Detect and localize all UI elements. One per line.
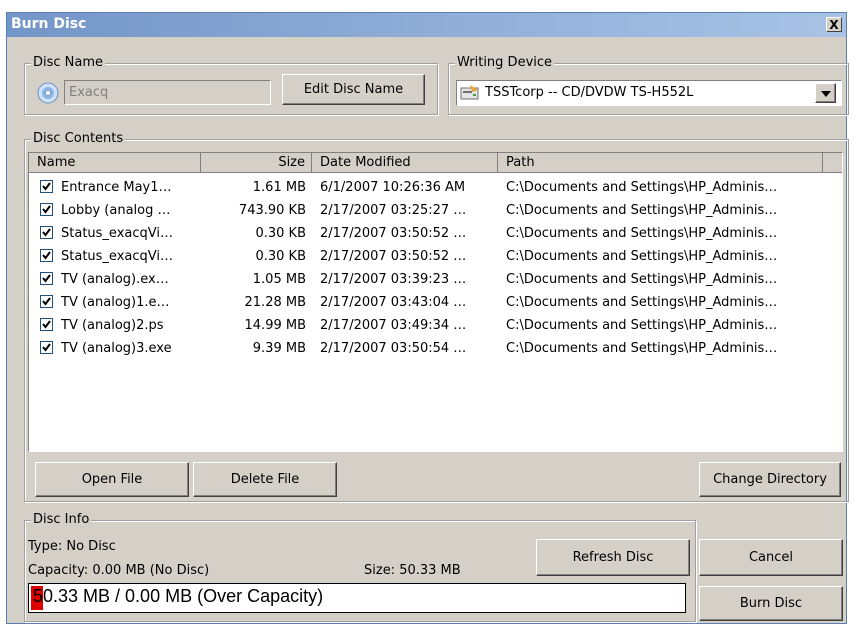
edit-disc-name-button[interactable]: Edit Disc Name xyxy=(282,74,425,105)
cell-name: TV (analog)2.ps xyxy=(61,318,164,333)
row-checkbox[interactable] xyxy=(40,226,53,239)
cell-date: 2/17/2007 03:43:04 … xyxy=(320,295,467,310)
cell-size: 21.28 MB xyxy=(244,295,306,310)
cell-name: TV (analog)1.e… xyxy=(61,295,170,310)
open-file-button[interactable]: Open File xyxy=(35,462,189,497)
disc-icon xyxy=(37,82,59,104)
cell-path: C:\Documents and Settings\HP_Adminis… xyxy=(506,318,778,333)
table-row[interactable]: TV (analog).ex… 1.05 MB 2/17/2007 03:39:23… xyxy=(29,269,842,291)
column-header-filler xyxy=(823,153,842,173)
title-bar[interactable]: Burn Disc X xyxy=(7,13,846,37)
capacity-progress-bar: 50.33 MB / 0.00 MB (Over Capacity) xyxy=(28,583,686,613)
table-row[interactable]: TV (analog)2.ps 14.99 MB 2/17/2007 03:49:3… xyxy=(29,315,842,337)
close-button[interactable]: X xyxy=(826,17,842,32)
cell-size: 743.90 KB xyxy=(238,203,306,218)
disc-contents-legend: Disc Contents xyxy=(31,131,126,146)
row-checkbox[interactable] xyxy=(40,295,53,308)
dropdown-arrow-button[interactable] xyxy=(815,83,836,103)
cell-date: 2/17/2007 03:49:34 … xyxy=(320,318,467,333)
row-checkbox[interactable] xyxy=(40,272,53,285)
cell-date: 2/17/2007 03:39:23 … xyxy=(320,272,467,287)
cell-size: 1.61 MB xyxy=(252,180,306,195)
row-checkbox[interactable] xyxy=(40,341,53,354)
chevron-down-icon xyxy=(820,86,831,101)
table-row[interactable]: Status_exacqVi… 0.30 KB 2/17/2007 03:50:52… xyxy=(29,246,842,268)
cell-name: Lobby (analog … xyxy=(61,203,171,218)
cell-name: Status_exacqVi… xyxy=(61,226,173,241)
writing-device-value: TSSTcorp -- CD/DVDW TS-H552L xyxy=(485,85,694,100)
column-header-size[interactable]: Size xyxy=(201,153,312,173)
disc-name-field[interactable]: Exacq xyxy=(64,80,271,105)
row-checkbox[interactable] xyxy=(40,203,53,216)
cell-path: C:\Documents and Settings\HP_Adminis… xyxy=(506,272,778,287)
cell-date: 6/1/2007 10:26:36 AM xyxy=(320,180,466,195)
list-header: Name Size Date Modified Path xyxy=(29,153,842,173)
disc-contents-list[interactable]: Name Size Date Modified Path Entrance Ma… xyxy=(28,152,843,452)
cell-name: TV (analog)3.exe xyxy=(61,341,172,356)
cell-size: 9.39 MB xyxy=(252,341,306,356)
window-title: Burn Disc xyxy=(11,16,87,32)
cell-path: C:\Documents and Settings\HP_Adminis… xyxy=(506,249,778,264)
delete-file-button[interactable]: Delete File xyxy=(193,462,337,497)
cell-name: Entrance May1… xyxy=(61,180,172,195)
cell-size: 0.30 KB xyxy=(255,226,306,241)
cell-size: 0.30 KB xyxy=(255,249,306,264)
column-header-path[interactable]: Path xyxy=(498,153,823,173)
cell-size: 1.05 MB xyxy=(252,272,306,287)
cell-date: 2/17/2007 03:50:54 … xyxy=(320,341,467,356)
drive-icon xyxy=(460,84,480,102)
cell-path: C:\Documents and Settings\HP_Adminis… xyxy=(506,226,778,241)
burn-disc-button[interactable]: Burn Disc xyxy=(699,586,843,621)
disc-capacity-label: Capacity: 0.00 MB (No Disc) xyxy=(28,563,210,578)
cell-name: TV (analog).ex… xyxy=(61,272,169,287)
cancel-button[interactable]: Cancel xyxy=(699,539,843,576)
disc-info-legend: Disc Info xyxy=(31,512,92,527)
table-row[interactable]: TV (analog)1.e… 21.28 MB 2/17/2007 03:43:0… xyxy=(29,292,842,314)
cell-path: C:\Documents and Settings\HP_Adminis… xyxy=(506,203,778,218)
cell-date: 2/17/2007 03:50:52 … xyxy=(320,226,467,241)
table-row[interactable]: Lobby (analog … 743.90 KB 2/17/2007 03:25:… xyxy=(29,200,842,222)
cell-path: C:\Documents and Settings\HP_Adminis… xyxy=(506,295,778,310)
row-checkbox[interactable] xyxy=(40,318,53,331)
cell-path: C:\Documents and Settings\HP_Adminis… xyxy=(506,180,778,195)
disc-size-label: Size: 50.33 MB xyxy=(364,563,461,578)
cell-date: 2/17/2007 03:25:27 … xyxy=(320,203,467,218)
column-header-date[interactable]: Date Modified xyxy=(312,153,498,173)
disc-type-label: Type: No Disc xyxy=(28,539,116,554)
cell-date: 2/17/2007 03:50:52 … xyxy=(320,249,467,264)
change-directory-button[interactable]: Change Directory xyxy=(699,462,841,497)
table-row[interactable]: Entrance May1… 1.61 MB 6/1/2007 10:26:36 A… xyxy=(29,177,842,199)
table-row[interactable]: TV (analog)3.exe 9.39 MB 2/17/2007 03:50:5… xyxy=(29,338,842,360)
row-checkbox[interactable] xyxy=(40,180,53,193)
cell-size: 14.99 MB xyxy=(244,318,306,333)
disc-name-value: Exacq xyxy=(69,85,109,100)
writing-device-select[interactable]: TSSTcorp -- CD/DVDW TS-H552L xyxy=(456,80,842,106)
progress-text: 50.33 MB / 0.00 MB (Over Capacity) xyxy=(33,586,324,606)
disc-name-legend: Disc Name xyxy=(31,55,106,70)
cell-name: Status_exacqVi… xyxy=(61,249,173,264)
writing-device-legend: Writing Device xyxy=(455,55,555,70)
cell-path: C:\Documents and Settings\HP_Adminis… xyxy=(506,341,778,356)
column-header-name[interactable]: Name xyxy=(29,153,201,173)
row-checkbox[interactable] xyxy=(40,249,53,262)
refresh-disc-button[interactable]: Refresh Disc xyxy=(536,539,690,576)
table-row[interactable]: Status_exacqVi… 0.30 KB 2/17/2007 03:50:52… xyxy=(29,223,842,245)
